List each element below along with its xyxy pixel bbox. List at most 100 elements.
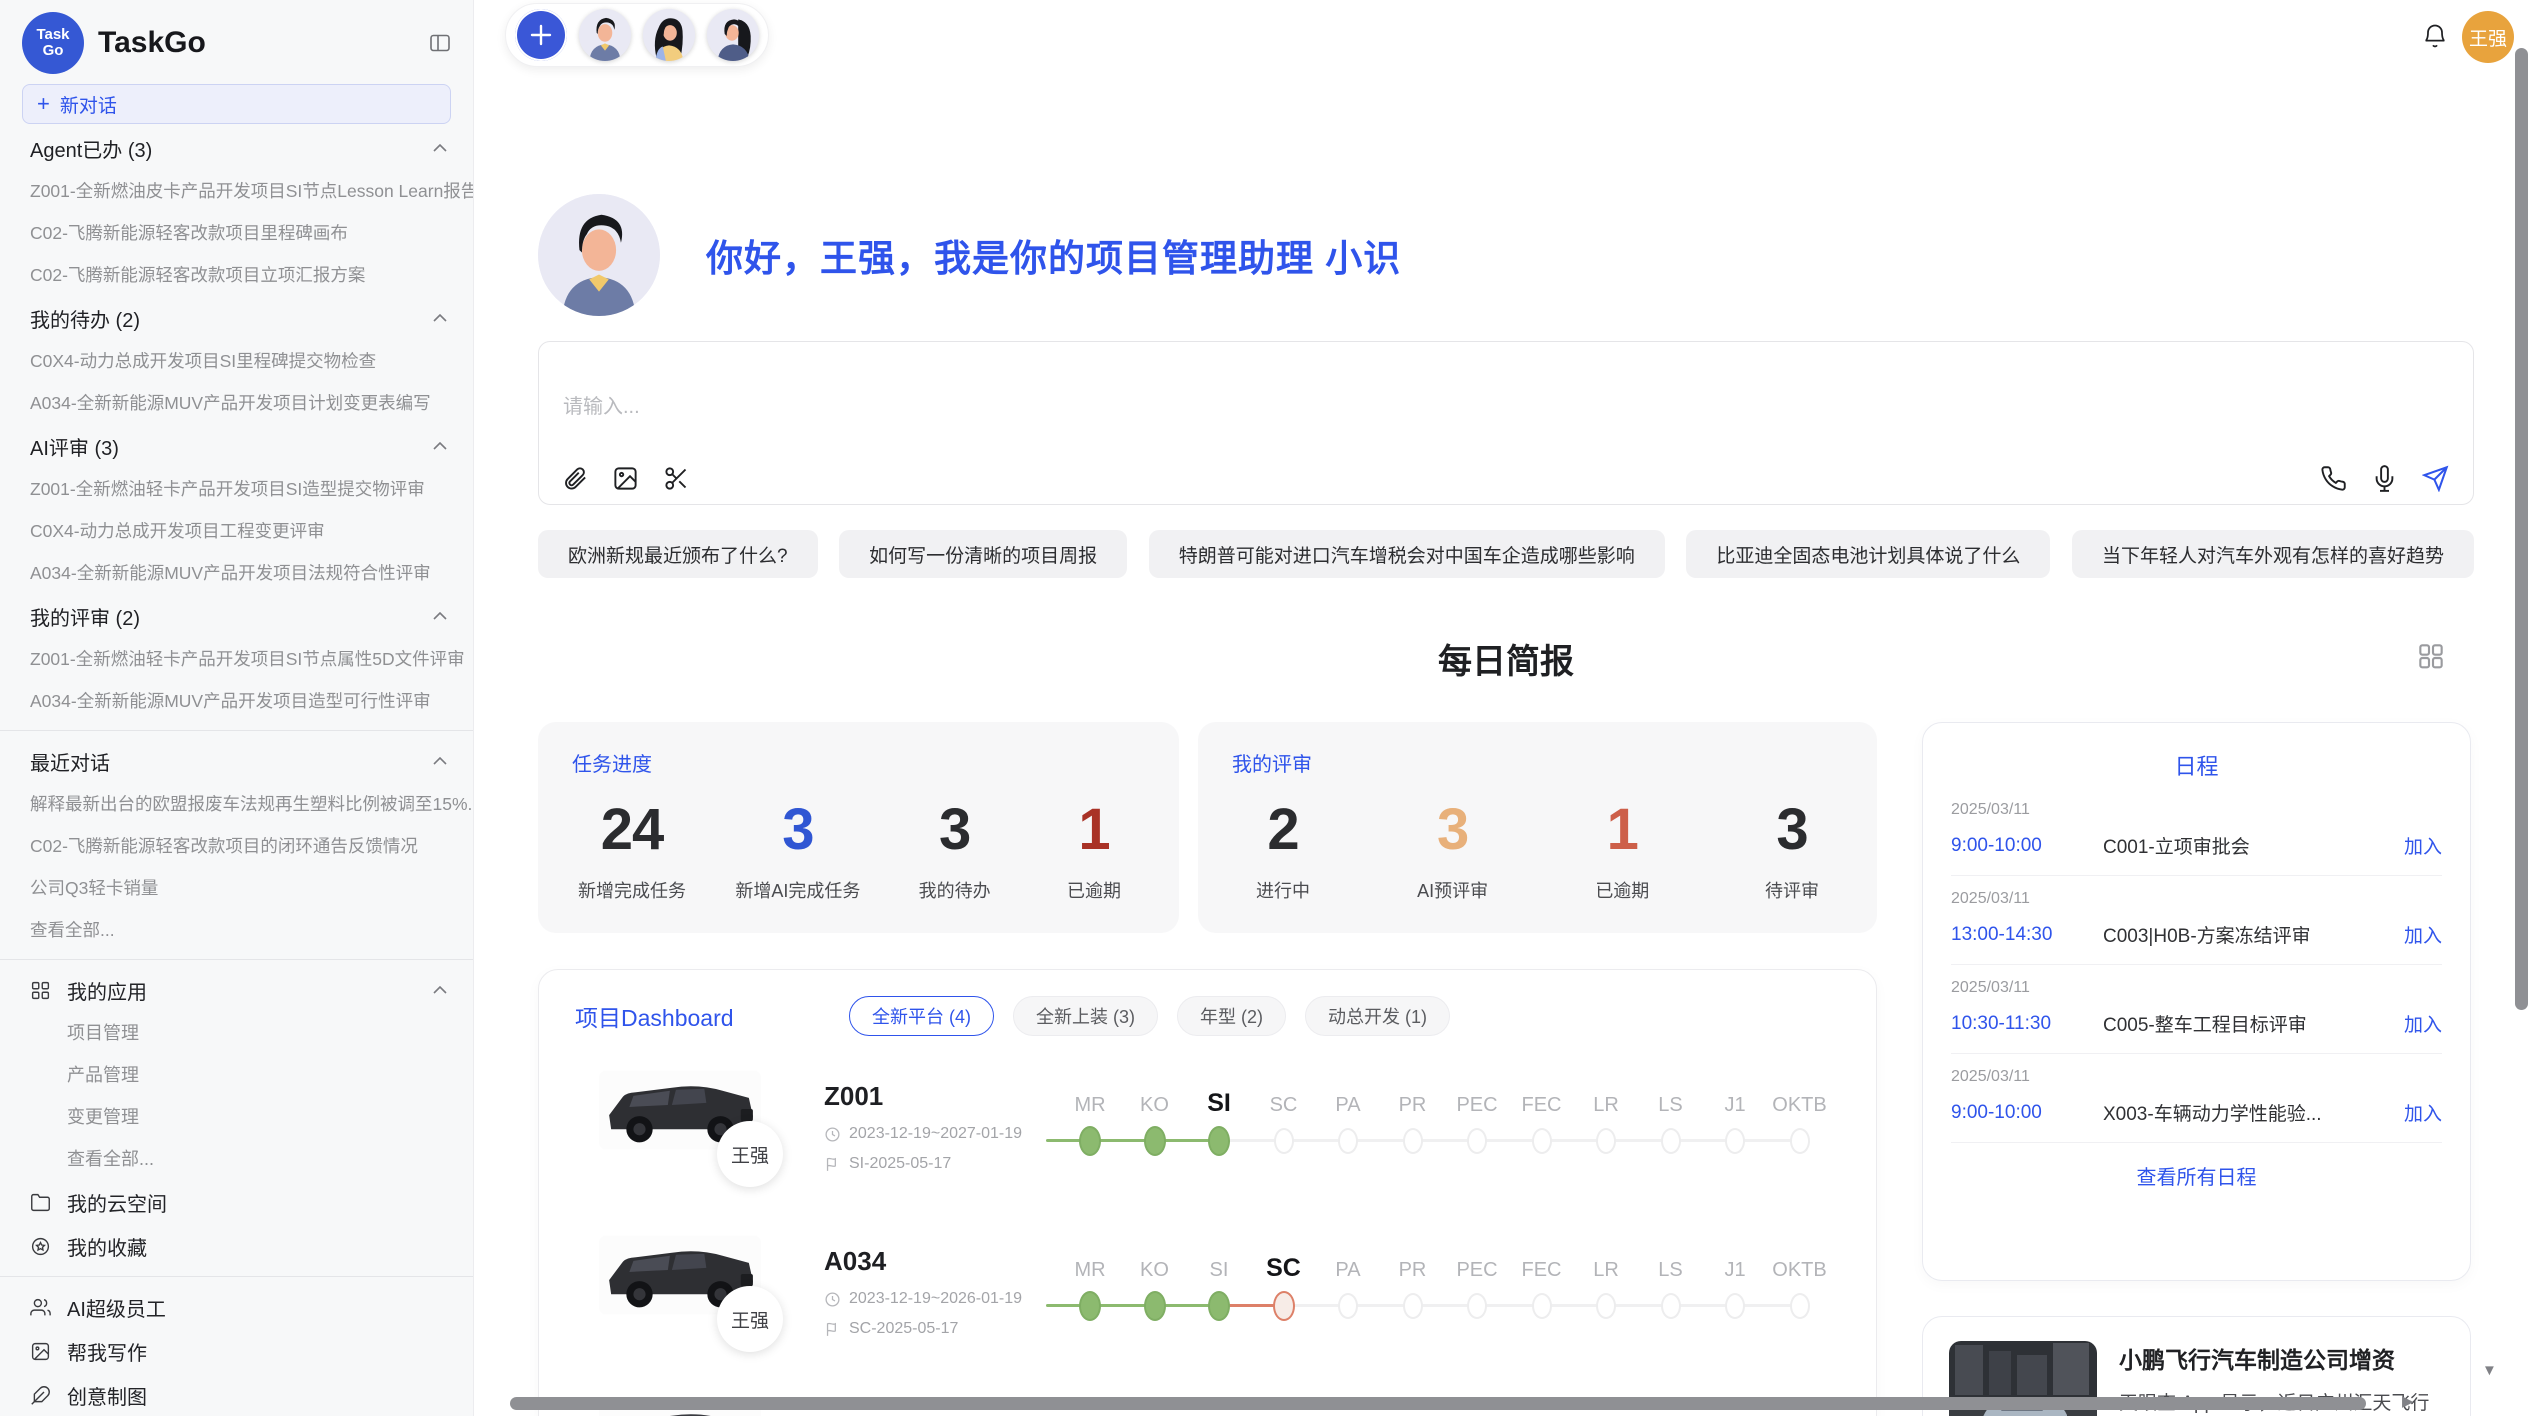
add-agent-button[interactable] bbox=[515, 9, 567, 61]
sidebar-header: Task Go TaskGo bbox=[0, 0, 473, 84]
briefing-layout-icon[interactable] bbox=[2415, 640, 2447, 672]
project-row[interactable]: 王强 A034 2023-12-19~2026-01-19 SC-2025-05… bbox=[539, 1235, 1876, 1400]
agent-avatar-3[interactable] bbox=[707, 9, 759, 61]
sidebar-section-agent-done[interactable]: Agent已办 (3) bbox=[0, 126, 473, 170]
scroll-down-arrow[interactable]: ▼ bbox=[2482, 1362, 2497, 1379]
sidebar-section-my-todo[interactable]: 我的待办 (2) bbox=[0, 296, 473, 340]
milestone-dot-FEC[interactable] bbox=[1532, 1128, 1552, 1154]
agent-avatar-1[interactable] bbox=[579, 9, 631, 61]
sidebar-item[interactable]: Z001-全新燃油轻卡产品开发项目SI造型提交物评审 bbox=[0, 468, 473, 510]
join-link[interactable]: 加入 bbox=[2404, 921, 2442, 948]
sidebar-item[interactable]: A034-全新新能源MUV产品开发项目造型可行性评审 bbox=[0, 680, 473, 722]
sidebar-subitem-project-mgmt[interactable]: 项目管理 bbox=[0, 1012, 473, 1054]
notification-bell-icon[interactable] bbox=[2421, 22, 2449, 50]
milestone-dot-SI[interactable] bbox=[1208, 1291, 1230, 1321]
sidebar-item-favorites[interactable]: 我的收藏 bbox=[0, 1224, 473, 1268]
join-link[interactable]: 加入 bbox=[2404, 1010, 2442, 1037]
suggestion-chip[interactable]: 欧洲新规最近颁布了什么? bbox=[538, 530, 818, 578]
sidebar-item-my-apps[interactable]: 我的应用 bbox=[0, 968, 473, 1012]
milestone-dot-SC[interactable] bbox=[1273, 1291, 1295, 1321]
filter-model-year[interactable]: 年型 (2) bbox=[1177, 996, 1286, 1036]
filter-powertrain[interactable]: 动总开发 (1) bbox=[1305, 996, 1450, 1036]
milestone-dot-PA[interactable] bbox=[1338, 1128, 1358, 1154]
milestone-dot-J1[interactable] bbox=[1725, 1293, 1745, 1319]
composer-attach-tools bbox=[561, 465, 690, 492]
schedule-item: 2025/03/11 9:00-10:00 C001-立项审批会 加入 bbox=[1951, 787, 2442, 876]
sidebar-item-ai-super-staff[interactable]: AI超级员工 bbox=[0, 1285, 473, 1329]
app-title: TaskGo bbox=[98, 26, 206, 60]
message-input[interactable] bbox=[539, 342, 2473, 472]
milestone-dot-SI[interactable] bbox=[1208, 1126, 1230, 1156]
milestone-dot-SC[interactable] bbox=[1274, 1128, 1294, 1154]
join-link[interactable]: 加入 bbox=[2404, 832, 2442, 859]
vertical-scrollbar[interactable] bbox=[2515, 48, 2528, 1010]
milestone-dot-PEC[interactable] bbox=[1467, 1293, 1487, 1319]
people-icon bbox=[30, 1297, 51, 1318]
milestone-dot-LS[interactable] bbox=[1661, 1293, 1681, 1319]
sidebar-subitem-view-all[interactable]: 查看全部... bbox=[0, 1138, 473, 1180]
milestone-dot-J1[interactable] bbox=[1725, 1128, 1745, 1154]
agent-avatar-2[interactable] bbox=[643, 9, 695, 61]
sidebar-item[interactable]: C02-飞腾新能源轻客改款项目立项汇报方案 bbox=[0, 254, 473, 296]
apps-grid-icon bbox=[30, 980, 51, 1001]
send-icon[interactable] bbox=[2422, 465, 2449, 492]
view-all-schedule-link[interactable]: 查看所有日程 bbox=[1951, 1143, 2442, 1208]
sidebar-subitem-change-mgmt[interactable]: 变更管理 bbox=[0, 1096, 473, 1138]
join-link[interactable]: 加入 bbox=[2404, 1099, 2442, 1126]
sidebar-item-creative-drawing[interactable]: 创意制图 bbox=[0, 1373, 473, 1416]
sidebar-item[interactable]: Z001-全新燃油轻卡产品开发项目SI节点属性5D文件评审 bbox=[0, 638, 473, 680]
new-chat-button[interactable]: + 新对话 bbox=[22, 84, 451, 124]
microphone-icon[interactable] bbox=[2371, 465, 2398, 492]
sidebar-section-recent-chats[interactable]: 最近对话 bbox=[0, 739, 473, 783]
app-window: Task Go TaskGo + 新对话 Agent已办 (3)Z001-全新燃… bbox=[0, 0, 2532, 1416]
suggestion-chip[interactable]: 比亚迪全固态电池计划具体说了什么 bbox=[1686, 530, 2050, 578]
paperclip-icon[interactable] bbox=[561, 465, 588, 492]
milestone-dot-PR[interactable] bbox=[1403, 1293, 1423, 1319]
milestone-dot-LR[interactable] bbox=[1596, 1128, 1616, 1154]
suggestion-chip[interactable]: 如何写一份清晰的项目周报 bbox=[839, 530, 1127, 578]
sidebar-item[interactable]: A034-全新新能源MUV产品开发项目法规符合性评审 bbox=[0, 552, 473, 594]
sidebar-section-my-review[interactable]: 我的评审 (2) bbox=[0, 594, 473, 638]
milestone-dot-PEC[interactable] bbox=[1467, 1128, 1487, 1154]
sidebar-item[interactable]: 解释最新出台的欧盟报废车法规再生塑料比例被调至15%... bbox=[0, 783, 473, 825]
milestone-dot-KO[interactable] bbox=[1144, 1291, 1166, 1321]
task-progress-stats: 24新增完成任务3新增AI完成任务3我的待办1已逾期 bbox=[572, 777, 1145, 903]
milestone-dot-KO[interactable] bbox=[1144, 1126, 1166, 1156]
user-avatar[interactable]: 王强 bbox=[2462, 11, 2514, 63]
scroll-right-arrow[interactable]: ▶ bbox=[2402, 1392, 2414, 1410]
stat: 1已逾期 bbox=[1049, 801, 1139, 903]
sidebar-item[interactable]: C02-飞腾新能源轻客改款项目里程碑画布 bbox=[0, 212, 473, 254]
sidebar-item[interactable]: C02-飞腾新能源轻客改款项目的闭环通告反馈情况 bbox=[0, 825, 473, 867]
image-icon[interactable] bbox=[612, 465, 639, 492]
project-row[interactable]: 王强 Z001 2023-12-19~2027-01-19 SI-2025-05… bbox=[539, 1070, 1876, 1235]
milestone-dot-PA[interactable] bbox=[1338, 1293, 1358, 1319]
my-apps-label: 我的应用 bbox=[67, 976, 147, 1005]
sidebar-item[interactable]: Z001-全新燃油皮卡产品开发项目SI节点Lesson Learn报告 bbox=[0, 170, 473, 212]
horizontal-scrollbar[interactable] bbox=[510, 1397, 2366, 1410]
sidebar-item[interactable]: A034-全新新能源MUV产品开发项目计划变更表编写 bbox=[0, 382, 473, 424]
filter-new-body[interactable]: 全新上装 (3) bbox=[1013, 996, 1158, 1036]
suggestion-chip[interactable]: 特朗普可能对进口汽车增税会对中国车企造成哪些影响 bbox=[1149, 530, 1665, 578]
chevron-up-icon bbox=[433, 612, 447, 620]
sidebar-item-cloud-space[interactable]: 我的云空间 bbox=[0, 1180, 473, 1224]
sidebar-item[interactable]: 查看全部... bbox=[0, 909, 473, 951]
scissors-icon[interactable] bbox=[663, 465, 690, 492]
sidebar-item[interactable]: 公司Q3轻卡销量 bbox=[0, 867, 473, 909]
milestone-dot-PR[interactable] bbox=[1403, 1128, 1423, 1154]
suggestion-chip[interactable]: 当下年轻人对汽车外观有怎样的喜好趋势 bbox=[2072, 530, 2474, 578]
sidebar-section-ai-review[interactable]: AI评审 (3) bbox=[0, 424, 473, 468]
sidebar-collapse-icon[interactable] bbox=[427, 30, 453, 56]
phone-icon[interactable] bbox=[2320, 465, 2347, 492]
filter-all-new-platform[interactable]: 全新平台 (4) bbox=[849, 996, 994, 1036]
milestone-dot-OKTB[interactable] bbox=[1790, 1128, 1810, 1154]
milestone-dot-LR[interactable] bbox=[1596, 1293, 1616, 1319]
sidebar-subitem-product-mgmt[interactable]: 产品管理 bbox=[0, 1054, 473, 1096]
sidebar-item-help-me-write[interactable]: 帮我写作 bbox=[0, 1329, 473, 1373]
milestone-dot-MR[interactable] bbox=[1079, 1291, 1101, 1321]
milestone-dot-FEC[interactable] bbox=[1532, 1293, 1552, 1319]
milestone-dot-OKTB[interactable] bbox=[1790, 1293, 1810, 1319]
milestone-dot-MR[interactable] bbox=[1079, 1126, 1101, 1156]
sidebar-item[interactable]: C0X4-动力总成开发项目SI里程碑提交物检查 bbox=[0, 340, 473, 382]
sidebar-item[interactable]: C0X4-动力总成开发项目工程变更评审 bbox=[0, 510, 473, 552]
milestone-dot-LS[interactable] bbox=[1661, 1128, 1681, 1154]
